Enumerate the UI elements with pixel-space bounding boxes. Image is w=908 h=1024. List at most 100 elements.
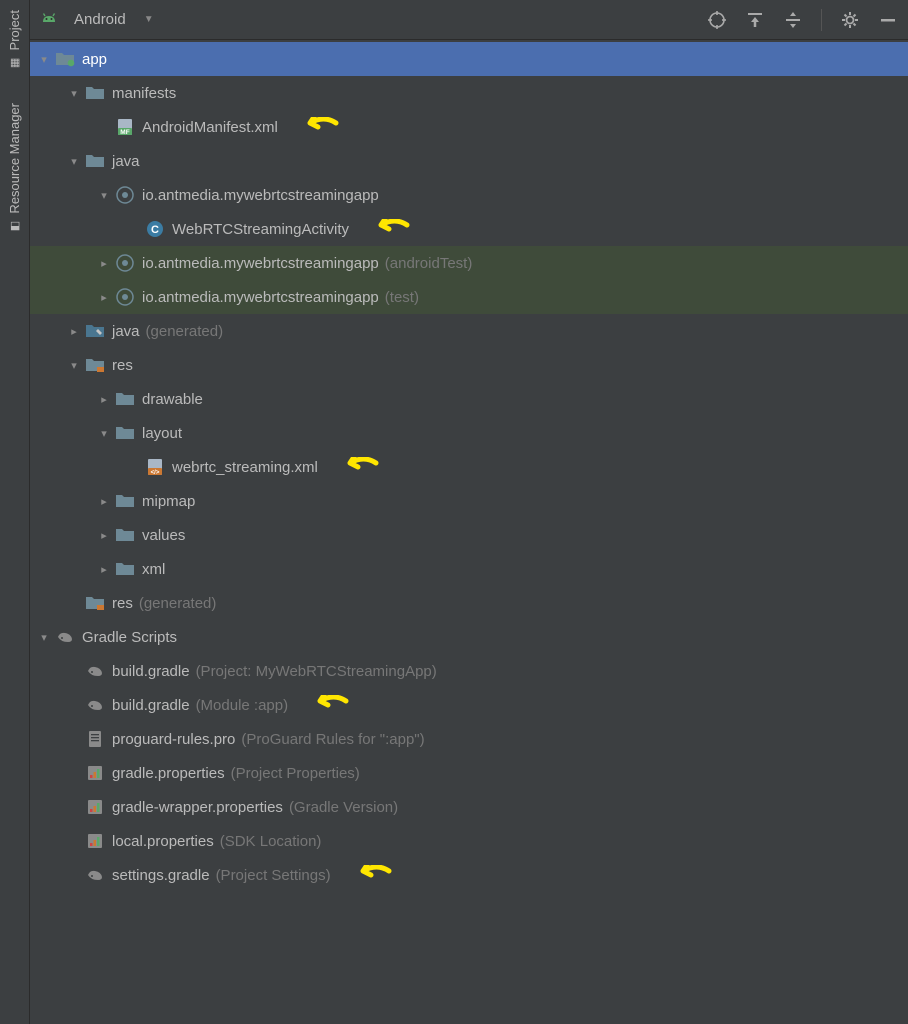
folder-icon <box>84 150 106 172</box>
folder-icon <box>84 82 106 104</box>
chevron-down-icon[interactable]: ▼ <box>144 14 154 25</box>
tree-label: io.antmedia.mywebrtcstreamingapp <box>142 187 379 204</box>
package-icon <box>114 286 136 308</box>
tree-label: res <box>112 595 133 612</box>
select-opened-file-button[interactable] <box>707 10 727 30</box>
tree-node-activity[interactable]: WebRTCStreamingActivity <box>30 212 908 246</box>
chevron-down-icon[interactable]: ▾ <box>94 189 114 202</box>
tree-label: values <box>142 527 185 544</box>
tree-label: xml <box>142 561 165 578</box>
tree-label: WebRTCStreamingActivity <box>172 221 349 238</box>
tree-label-suffix: (androidTest) <box>385 255 473 272</box>
tree-node-proguard[interactable]: proguard-rules.pro (ProGuard Rules for "… <box>30 722 908 756</box>
folder-icon <box>114 524 136 546</box>
annotation-arrow-icon <box>367 219 413 239</box>
tree-label: AndroidManifest.xml <box>142 119 278 136</box>
tree-label-suffix: (ProGuard Rules for ":app") <box>241 731 424 748</box>
chevron-down-icon[interactable]: ▾ <box>34 53 54 66</box>
tree-node-build-gradle-module[interactable]: build.gradle (Module :app) <box>30 688 908 722</box>
tree-label: layout <box>142 425 182 442</box>
project-view-selector[interactable]: Android <box>74 11 126 28</box>
tree-node-res[interactable]: ▾ res <box>30 348 908 382</box>
side-tab-resource-manager[interactable]: ◧ Resource Manager <box>3 93 26 247</box>
tree-node-local-properties[interactable]: local.properties (SDK Location) <box>30 824 908 858</box>
module-folder-icon <box>54 48 76 70</box>
tree-node-mipmap[interactable]: ▸ mipmap <box>30 484 908 518</box>
chevron-right-icon[interactable]: ▸ <box>94 563 114 576</box>
tree-node-gradle-properties[interactable]: gradle.properties (Project Properties) <box>30 756 908 790</box>
chevron-down-icon[interactable]: ▾ <box>34 631 54 644</box>
expand-collapse-button-1[interactable] <box>745 10 765 30</box>
tree-node-android-manifest[interactable]: AndroidManifest.xml <box>30 110 908 144</box>
tree-label: app <box>82 51 107 68</box>
tree-label: build.gradle <box>112 663 190 680</box>
layout-xml-icon <box>144 456 166 478</box>
tree-node-layout-file[interactable]: webrtc_streaming.xml <box>30 450 908 484</box>
folder-icon <box>114 490 136 512</box>
tree-label: Gradle Scripts <box>82 629 177 646</box>
tree-label-suffix: (SDK Location) <box>220 833 322 850</box>
tree-label: gradle.properties <box>112 765 225 782</box>
side-tab-project[interactable]: ▦ Project <box>3 0 26 83</box>
tree-label-suffix: (Project Settings) <box>216 867 331 884</box>
chevron-right-icon[interactable]: ▸ <box>94 495 114 508</box>
tree-node-java-generated[interactable]: ▸ java (generated) <box>30 314 908 348</box>
project-tree: ▾ app ▾ manifests AndroidManifest.xml ▾ … <box>30 40 908 1024</box>
gradle-icon <box>84 694 106 716</box>
tree-node-app[interactable]: ▾ app <box>30 42 908 76</box>
tree-label: mipmap <box>142 493 195 510</box>
tree-label-suffix: (test) <box>385 289 419 306</box>
chevron-right-icon[interactable]: ▸ <box>94 291 114 304</box>
tree-label: manifests <box>112 85 176 102</box>
generated-folder-icon <box>84 320 106 342</box>
folder-icon <box>114 558 136 580</box>
folder-icon <box>114 422 136 444</box>
tree-node-layout[interactable]: ▾ layout <box>30 416 908 450</box>
chevron-down-icon[interactable]: ▾ <box>64 155 84 168</box>
tree-label: io.antmedia.mywebrtcstreamingapp <box>142 289 379 306</box>
package-icon <box>114 252 136 274</box>
tree-node-manifests[interactable]: ▾ manifests <box>30 76 908 110</box>
annotation-arrow-icon <box>306 695 352 715</box>
settings-button[interactable] <box>840 10 860 30</box>
annotation-arrow-icon <box>336 457 382 477</box>
tree-label: gradle-wrapper.properties <box>112 799 283 816</box>
class-icon <box>144 218 166 240</box>
tree-node-drawable[interactable]: ▸ drawable <box>30 382 908 416</box>
tree-node-res-generated[interactable]: res (generated) <box>30 586 908 620</box>
gradle-icon <box>84 864 106 886</box>
tree-node-values[interactable]: ▸ values <box>30 518 908 552</box>
tree-node-build-gradle-project[interactable]: build.gradle (Project: MyWebRTCStreaming… <box>30 654 908 688</box>
tree-label-suffix: (Gradle Version) <box>289 799 398 816</box>
chevron-down-icon[interactable]: ▾ <box>64 87 84 100</box>
tree-node-wrapper-properties[interactable]: gradle-wrapper.properties (Gradle Versio… <box>30 790 908 824</box>
expand-collapse-button-2[interactable] <box>783 10 803 30</box>
project-tab-icon: ▦ <box>8 56 21 69</box>
tree-node-xml[interactable]: ▸ xml <box>30 552 908 586</box>
chevron-down-icon[interactable]: ▾ <box>64 359 84 372</box>
chevron-right-icon[interactable]: ▸ <box>94 529 114 542</box>
chevron-right-icon[interactable]: ▸ <box>94 393 114 406</box>
hide-button[interactable] <box>878 10 898 30</box>
chevron-right-icon[interactable]: ▸ <box>94 257 114 270</box>
properties-file-icon <box>84 762 106 784</box>
folder-icon <box>114 388 136 410</box>
tree-label-suffix: (Project: MyWebRTCStreamingApp) <box>196 663 437 680</box>
package-icon <box>114 184 136 206</box>
tree-node-java[interactable]: ▾ java <box>30 144 908 178</box>
tree-label-suffix: (Module :app) <box>196 697 289 714</box>
tree-node-package-main[interactable]: ▾ io.antmedia.mywebrtcstreamingapp <box>30 178 908 212</box>
tree-label: settings.gradle <box>112 867 210 884</box>
tree-node-package-test[interactable]: ▸ io.antmedia.mywebrtcstreamingapp (test… <box>30 280 908 314</box>
tree-label: proguard-rules.pro <box>112 731 235 748</box>
tree-label: java <box>112 323 140 340</box>
tree-node-settings-gradle[interactable]: settings.gradle (Project Settings) <box>30 858 908 892</box>
manifest-file-icon <box>114 116 136 138</box>
chevron-down-icon[interactable]: ▾ <box>94 427 114 440</box>
tree-node-gradle-scripts[interactable]: ▾ Gradle Scripts <box>30 620 908 654</box>
android-icon <box>38 9 60 31</box>
chevron-right-icon[interactable]: ▸ <box>64 325 84 338</box>
file-icon <box>84 728 106 750</box>
resource-manager-tab-icon: ◧ <box>8 220 21 233</box>
tree-node-package-androidtest[interactable]: ▸ io.antmedia.mywebrtcstreamingapp (andr… <box>30 246 908 280</box>
